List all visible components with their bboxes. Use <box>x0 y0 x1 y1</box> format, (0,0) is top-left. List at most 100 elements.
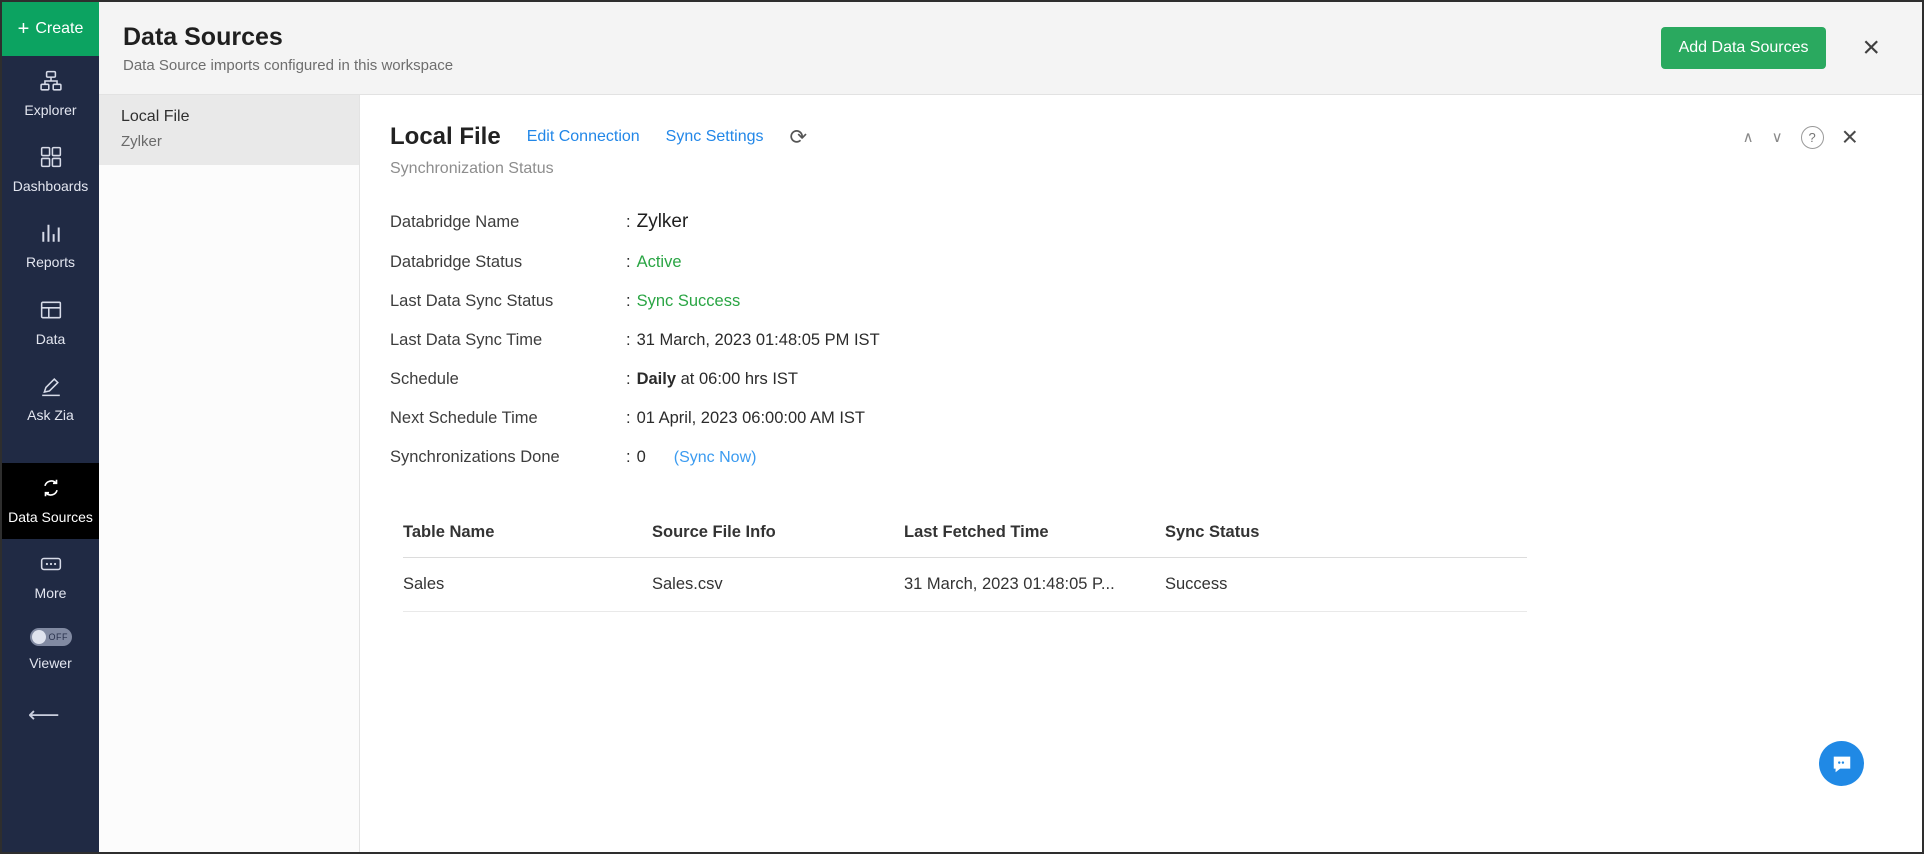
data-table-icon <box>40 298 62 322</box>
table-header-row: Table Name Source File Info Last Fetched… <box>403 511 1527 558</box>
sidebar-item-dashboards[interactable]: Dashboards <box>2 132 99 208</box>
refresh-icon[interactable]: ⟳ <box>790 127 808 148</box>
field-value: 0 <box>637 448 646 467</box>
toggle-state-label: OFF <box>49 632 69 642</box>
field-colon: : <box>626 331 631 350</box>
field-label: Last Data Sync Time <box>390 331 626 350</box>
close-icon[interactable]: × <box>1862 33 1880 63</box>
create-label: Create <box>35 20 83 38</box>
chat-bubble-icon <box>1831 753 1853 775</box>
sidebar-nav: Explorer Dashboards <box>2 56 99 738</box>
body-row: Local File Zylker Local File Edit Connec… <box>99 95 1922 852</box>
table-row[interactable]: Sales Sales.csv 31 March, 2023 01:48:05 … <box>403 558 1527 612</box>
sidebar-item-more[interactable]: More <box>2 539 99 615</box>
sidebar-spacer <box>2 437 99 463</box>
field-label: Next Schedule Time <box>390 409 626 428</box>
sidebar-item-label: Data <box>36 330 66 348</box>
field-label: Last Data Sync Status <box>390 292 626 311</box>
field-last-data-sync-time: Last Data Sync Time : 31 March, 2023 01:… <box>390 331 1858 350</box>
status-badge: Sync Success <box>637 292 741 311</box>
sidebar-item-label: Ask Zia <box>27 406 74 424</box>
sidebar-item-label: Data Sources <box>8 508 93 526</box>
chevron-up-icon[interactable]: ∧ <box>1743 128 1754 146</box>
field-next-schedule-time: Next Schedule Time : 01 April, 2023 06:0… <box>390 409 1858 428</box>
sidebar-item-viewer[interactable]: OFF Viewer <box>2 615 99 685</box>
cell-table-name: Sales <box>403 558 652 612</box>
ask-zia-icon <box>40 374 62 398</box>
field-label: Databridge Status <box>390 253 626 272</box>
sidebar-item-label: Explorer <box>24 101 76 119</box>
field-colon: : <box>626 253 631 272</box>
field-value: 01 April, 2023 06:00:00 AM IST <box>637 409 865 428</box>
field-schedule: Schedule : Daily at 06:00 hrs IST <box>390 370 1858 389</box>
field-label: Databridge Name <box>390 213 626 232</box>
field-databridge-status: Databridge Status : Active <box>390 253 1858 272</box>
field-value: Daily at 06:00 hrs IST <box>637 370 798 389</box>
sidebar-item-ask-zia[interactable]: Ask Zia <box>2 361 99 437</box>
sync-status-fields: Databridge Name : Zylker Databridge Stat… <box>390 211 1858 467</box>
page-header: Data Sources Data Source imports configu… <box>99 2 1922 95</box>
detail-subtitle: Synchronization Status <box>390 160 1858 178</box>
field-colon: : <box>626 409 631 428</box>
status-badge: Active <box>637 253 682 272</box>
panel-close-icon[interactable]: × <box>1842 123 1858 151</box>
field-label: Schedule <box>390 370 626 389</box>
add-data-sources-button[interactable]: Add Data Sources <box>1661 27 1827 69</box>
col-header-sync-status: Sync Status <box>1165 511 1527 558</box>
viewer-toggle[interactable]: OFF <box>30 628 72 646</box>
schedule-frequency: Daily <box>637 370 676 388</box>
help-icon[interactable]: ? <box>1801 126 1824 149</box>
sidebar-item-data[interactable]: Data <box>2 285 99 361</box>
synced-tables-table: Table Name Source File Info Last Fetched… <box>403 511 1527 612</box>
schedule-time: at 06:00 hrs IST <box>676 370 798 388</box>
field-last-data-sync-status: Last Data Sync Status : Sync Success <box>390 292 1858 311</box>
sidebar-item-label: Viewer <box>29 654 72 672</box>
field-label: Synchronizations Done <box>390 448 626 467</box>
field-colon: : <box>626 213 631 232</box>
field-colon: : <box>626 292 631 311</box>
source-list-item-local-file[interactable]: Local File Zylker <box>99 95 359 165</box>
collapse-sidebar-button[interactable]: ⟵ <box>2 692 99 738</box>
detail-panel: Local File Edit Connection Sync Settings… <box>360 95 1922 852</box>
reports-icon <box>40 221 62 245</box>
field-colon: : <box>626 448 631 467</box>
data-sources-icon <box>40 476 62 500</box>
sidebar-item-label: Dashboards <box>13 177 89 195</box>
detail-title: Local File <box>390 123 501 151</box>
sync-now-link[interactable]: (Sync Now) <box>674 449 757 467</box>
field-colon: : <box>626 370 631 389</box>
sidebar-item-label: More <box>35 584 67 602</box>
collapse-arrow-icon: ⟵ <box>28 702 60 727</box>
more-icon <box>40 552 62 576</box>
field-synchronizations-done: Synchronizations Done : 0 (Sync Now) <box>390 448 1858 467</box>
page-title: Data Sources <box>123 23 453 52</box>
col-header-last-fetched-time: Last Fetched Time <box>904 511 1165 558</box>
cell-sync-status: Success <box>1165 558 1527 612</box>
sync-settings-link[interactable]: Sync Settings <box>666 128 764 146</box>
app-window: + Create Explorer <box>0 0 1924 854</box>
source-list-panel: Local File Zylker <box>99 95 360 852</box>
create-button[interactable]: + Create <box>2 2 99 56</box>
field-value: Zylker <box>637 211 689 233</box>
detail-header: Local File Edit Connection Sync Settings… <box>390 123 1858 151</box>
cell-source-file-info: Sales.csv <box>652 558 904 612</box>
sidebar-item-label: Reports <box>26 253 75 271</box>
main-column: Data Sources Data Source imports configu… <box>99 2 1922 852</box>
sidebar-item-explorer[interactable]: Explorer <box>2 56 99 132</box>
chevron-down-icon[interactable]: ∨ <box>1772 128 1783 146</box>
col-header-table-name: Table Name <box>403 511 652 558</box>
explorer-icon <box>40 69 62 93</box>
field-value: 31 March, 2023 01:48:05 PM IST <box>637 331 880 350</box>
dashboards-icon <box>40 145 62 169</box>
source-item-subtitle: Zylker <box>121 133 337 150</box>
field-databridge-name: Databridge Name : Zylker <box>390 211 1858 233</box>
sidebar-item-data-sources[interactable]: Data Sources <box>2 463 99 539</box>
col-header-source-file-info: Source File Info <box>652 511 904 558</box>
chat-button[interactable] <box>1819 741 1864 786</box>
edit-connection-link[interactable]: Edit Connection <box>527 128 640 146</box>
plus-icon: + <box>18 19 30 39</box>
page-subtitle: Data Source imports configured in this w… <box>123 57 453 74</box>
sidebar-item-reports[interactable]: Reports <box>2 208 99 284</box>
toggle-knob-icon <box>32 630 46 644</box>
sidebar: + Create Explorer <box>2 2 99 852</box>
